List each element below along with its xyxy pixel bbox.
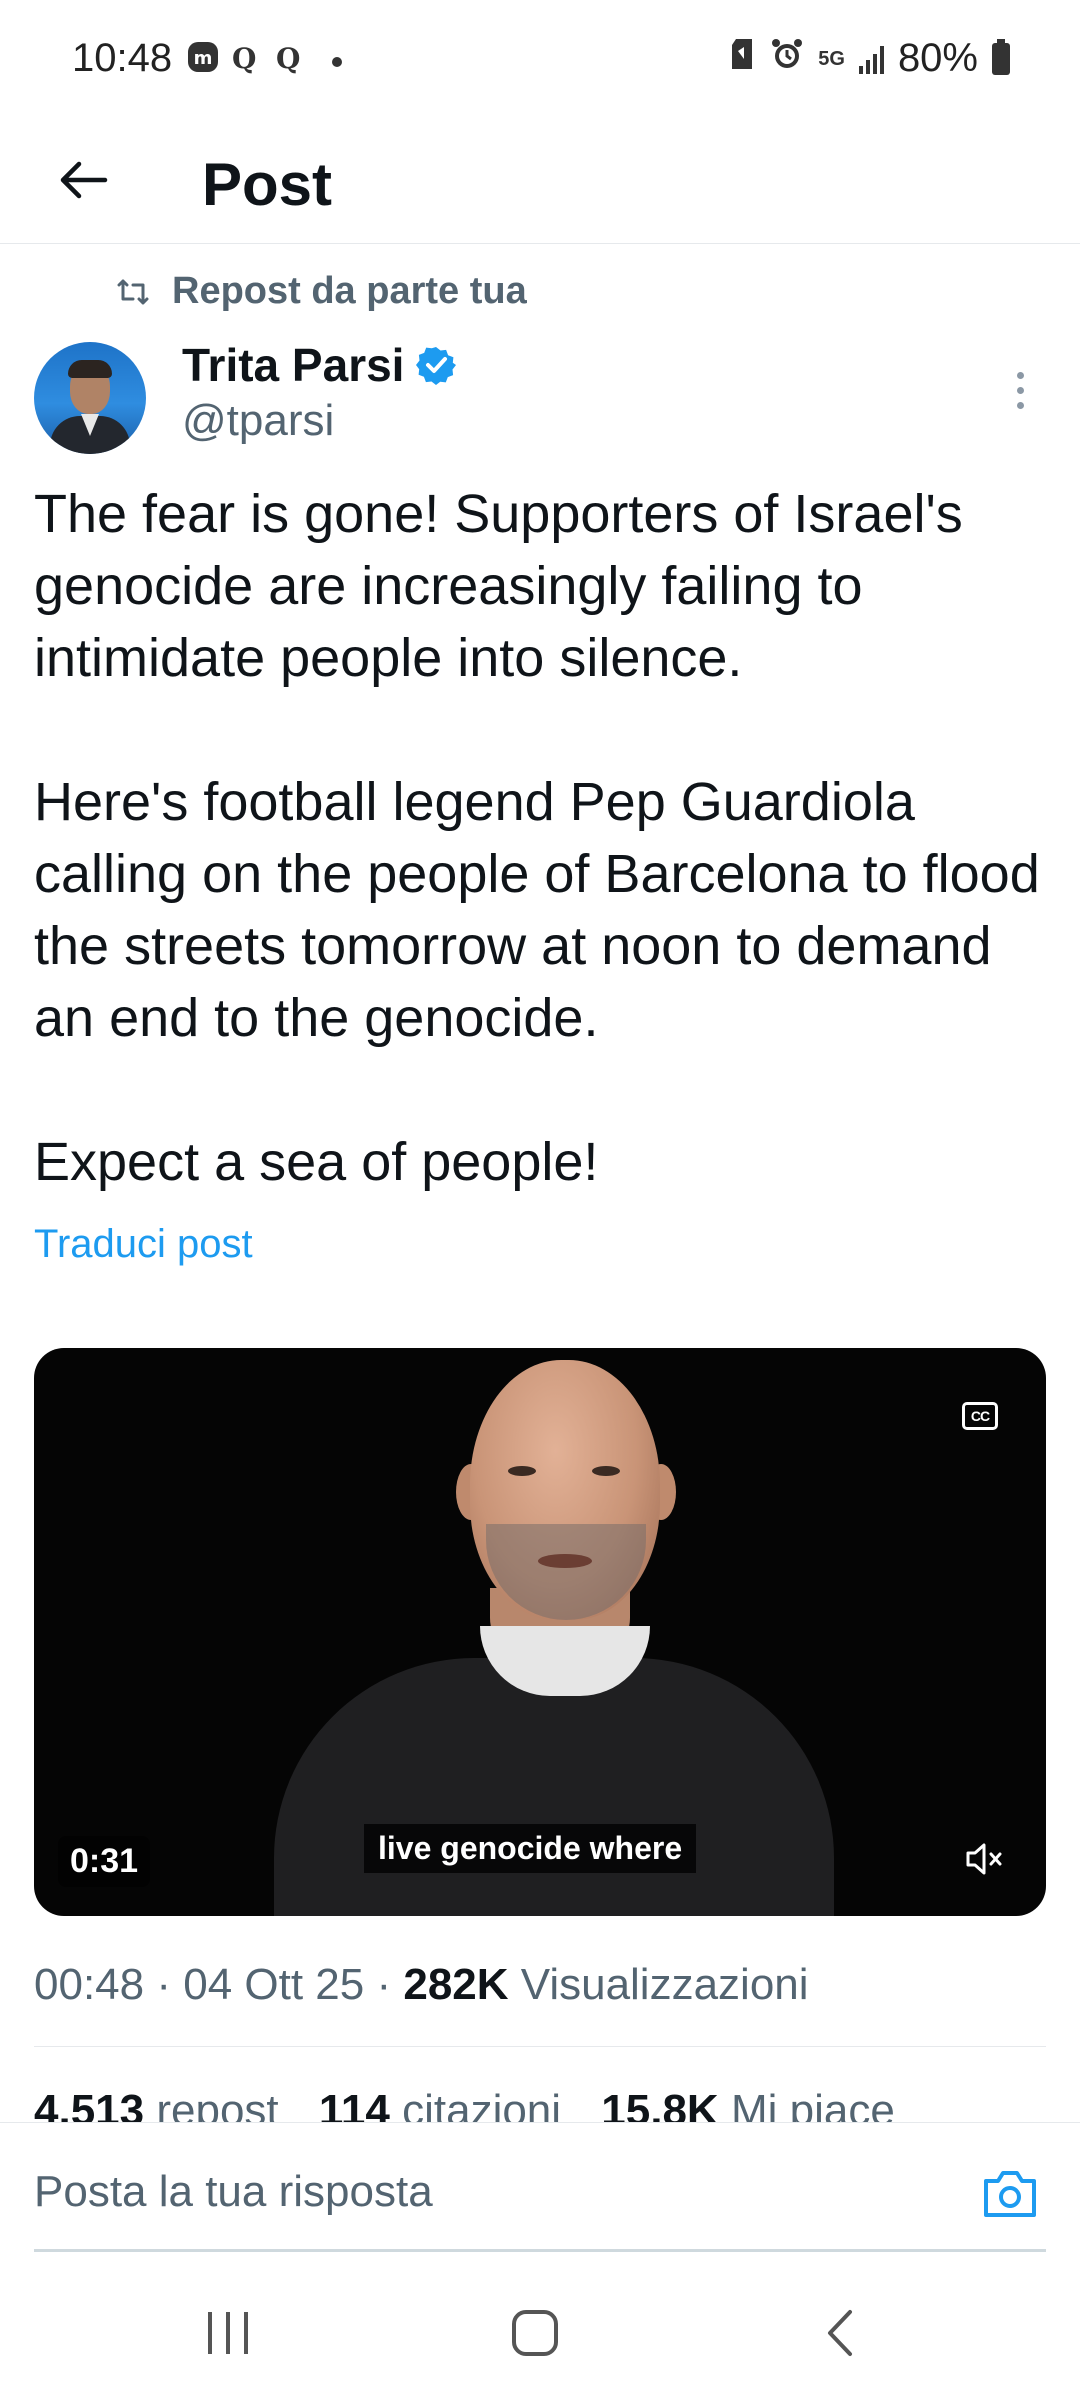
more-options-button[interactable]	[1000, 360, 1040, 420]
reply-input-underline	[34, 2249, 1046, 2252]
quotes-count: 114	[318, 2086, 390, 2122]
battery-percent: 80%	[897, 36, 978, 80]
post-date: 04 Ott 25	[183, 1960, 365, 2009]
reposts-count: 4.513	[34, 2086, 145, 2122]
camera-icon	[984, 2171, 1036, 2217]
battery-icon	[992, 38, 1010, 75]
likes-count: 15,8K	[601, 2086, 719, 2122]
mastodon-icon: m	[186, 40, 220, 83]
reposts-label: repost	[156, 2086, 279, 2122]
post-body: The fear is gone! Supporters of Israel's…	[34, 478, 1044, 1198]
system-navigation-bar	[0, 2270, 1080, 2400]
alarm-icon	[770, 36, 804, 81]
back-button[interactable]	[44, 140, 124, 220]
home-button[interactable]	[512, 2310, 558, 2356]
post-time: 00:48	[34, 1960, 145, 2009]
system-back-button[interactable]	[820, 2308, 860, 2358]
more-notifications-dot-icon	[332, 56, 342, 67]
top-bar: Post	[0, 120, 1080, 244]
sd-card-icon	[730, 36, 756, 81]
closed-captions-button[interactable]: CC	[962, 1402, 998, 1430]
author-name-row[interactable]: Trita Parsi	[182, 338, 457, 392]
repost-label: Repost da parte tua	[172, 270, 527, 312]
author-name[interactable]: Trita Parsi	[182, 338, 404, 392]
reply-composer: Posta la tua risposta	[0, 2122, 1080, 2258]
reposts-stat[interactable]: 4.513 repost	[34, 2086, 279, 2122]
muted-speaker-icon	[966, 1843, 1002, 1875]
svg-text:Q: Q	[276, 42, 300, 74]
status-bar: 10:48 m Q Q 5G 80%	[0, 0, 1080, 120]
divider	[34, 2046, 1046, 2047]
page-title: Post	[202, 151, 333, 218]
news-app-icon-2: Q	[274, 40, 308, 83]
signal-icon	[858, 44, 884, 74]
more-vertical-icon	[1016, 371, 1024, 379]
quotes-stat[interactable]: 114 citazioni	[319, 2086, 561, 2122]
repost-indicator: Repost da parte tua	[116, 270, 527, 313]
svg-text:Q: Q	[232, 42, 256, 74]
repost-icon	[117, 279, 149, 304]
notification-icons: m Q Q	[186, 40, 342, 83]
post-paragraph: Expect a sea of people!	[34, 1132, 599, 1192]
verified-badge-icon	[416, 347, 457, 385]
video-duration: 0:31	[58, 1836, 151, 1887]
views-count: 282K	[403, 1960, 509, 2009]
recent-apps-button[interactable]	[208, 2312, 248, 2354]
likes-stat[interactable]: 15,8K Mi piace	[601, 2086, 895, 2122]
post-meta: 00:48 · 04 Ott 25 · 282K Visualizzazioni	[34, 1960, 809, 2009]
video-frame	[274, 1658, 834, 1916]
post-paragraph: The fear is gone! Supporters of Israel's…	[34, 484, 963, 688]
post-paragraph: Here's football legend Pep Guardiola cal…	[34, 772, 1040, 1048]
svg-text:m: m	[194, 48, 213, 69]
camera-button[interactable]	[980, 2167, 1040, 2221]
chevron-left-icon	[828, 2310, 852, 2356]
video-subtitle: live genocide where	[364, 1824, 697, 1873]
views-label: Visualizzazioni	[520, 1960, 809, 2009]
status-time: 10:48	[72, 36, 173, 80]
mute-button[interactable]	[960, 1834, 1010, 1884]
reply-input[interactable]: Posta la tua risposta	[34, 2167, 433, 2217]
video-player[interactable]: CC 0:31 live genocide where	[34, 1348, 1046, 1916]
news-app-icon: Q	[230, 40, 264, 83]
engagement-stats: 4.513 repost 114 citazioni 15,8K Mi piac…	[34, 2086, 923, 2122]
quotes-label: citazioni	[402, 2086, 562, 2122]
author-handle[interactable]: @tparsi	[182, 396, 334, 446]
arrow-left-icon	[60, 161, 108, 199]
translate-post-link[interactable]: Traduci post	[34, 1222, 253, 1267]
network-5g-icon: 5G	[818, 47, 845, 70]
system-status-icons: 5G 80%	[730, 36, 1010, 81]
avatar[interactable]	[34, 342, 146, 454]
likes-label: Mi piace	[730, 2086, 895, 2122]
